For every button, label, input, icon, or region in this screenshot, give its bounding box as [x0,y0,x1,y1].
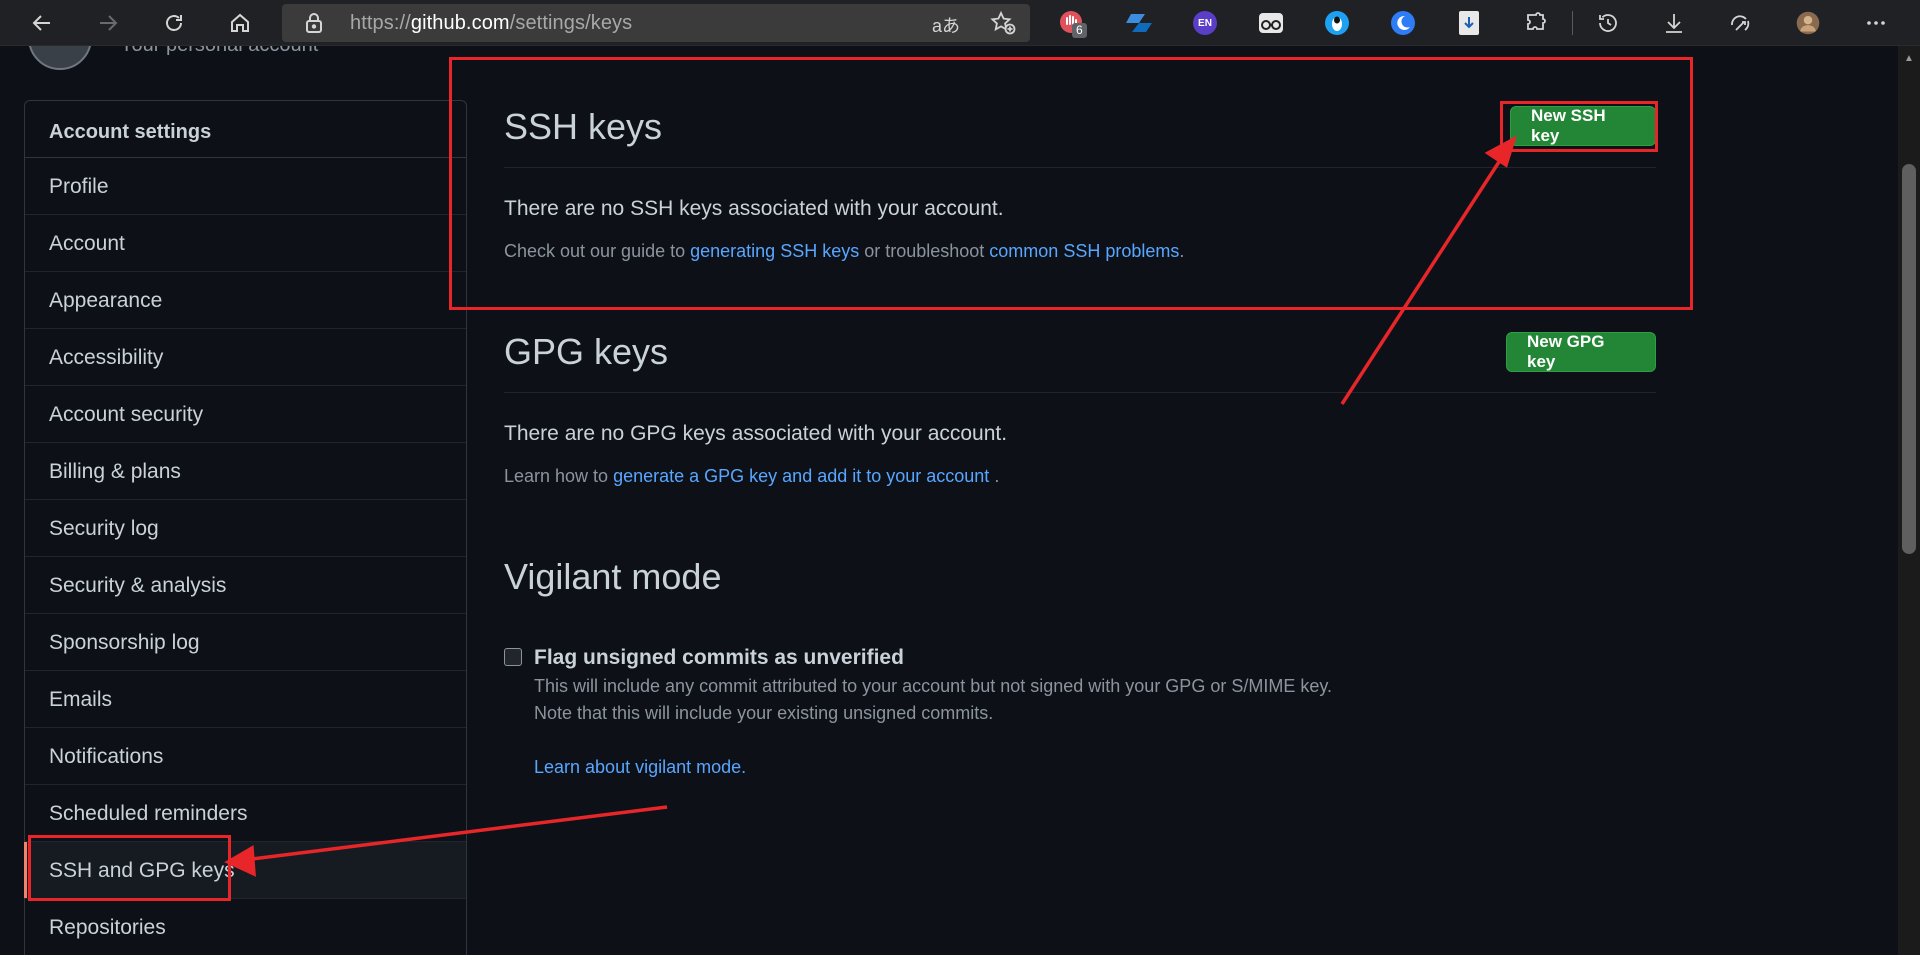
moon-extension-icon[interactable] [1390,10,1416,36]
section-divider [504,392,1656,393]
extension-badge: 6 [1072,23,1087,38]
new-gpg-key-button[interactable]: New GPG key [1506,332,1656,372]
refresh-icon[interactable] [152,5,196,41]
sidebar-item-notifications[interactable]: Notifications [25,728,466,785]
vigilant-note: This will include any commit attributed … [534,676,1333,696]
section-divider [504,617,1656,618]
language-extension-icon[interactable]: EN [1192,10,1218,36]
annotation-box-ssh-section [449,57,1693,310]
toolbar-divider [1572,11,1573,35]
sidebar-item-account-security[interactable]: Account security [25,386,466,443]
profile-avatar[interactable] [1790,6,1826,40]
sidebar-item-profile[interactable]: Profile [25,158,466,215]
account-subtitle: Your personal account [120,46,318,57]
read-aloud-icon[interactable]: aあ [932,12,960,38]
page-scrollbar[interactable]: ▲ [1898,46,1920,955]
vigilant-mode-title: Vigilant mode [504,556,722,597]
sidebar-item-security-analysis[interactable]: Security & analysis [25,557,466,614]
browser-toolbar: https://github.com/settings/keys aあ 6 EN [0,0,1920,46]
sidebar-item-sponsorship-log[interactable]: Sponsorship log [25,614,466,671]
forward-arrow-icon[interactable] [86,5,130,41]
sidebar-item-appearance[interactable]: Appearance [25,272,466,329]
url-text[interactable]: https://github.com/settings/keys [350,12,632,35]
home-icon[interactable] [218,5,262,41]
sidebar-item-security-log[interactable]: Security log [25,500,466,557]
learn-vigilant-mode-link[interactable]: Learn about vigilant mode. [534,757,746,778]
sidebar-item-emails[interactable]: Emails [25,671,466,728]
annotation-box-new-ssh-key [1500,101,1658,152]
gpg-empty-message: There are no GPG keys associated with yo… [504,422,1008,445]
history-icon[interactable] [1590,6,1626,40]
sidebar-item-accessibility[interactable]: Accessibility [25,329,466,386]
sidebar-item-billing[interactable]: Billing & plans [25,443,466,500]
address-bar[interactable]: https://github.com/settings/keys aあ [282,4,1030,42]
performance-icon[interactable] [1722,6,1758,40]
extensions-puzzle-icon[interactable] [1518,6,1554,40]
downloads-icon[interactable] [1656,6,1692,40]
gpg-learn-text: Learn how to generate a GPG key and add … [504,466,1000,486]
penguin-extension-icon[interactable] [1324,10,1350,36]
power-automate-extension-icon[interactable] [1126,10,1152,36]
sidebar-item-scheduled-reminders[interactable]: Scheduled reminders [25,785,466,842]
generate-gpg-key-link[interactable]: generate a GPG key and add it to your ac… [613,466,989,486]
sidebar-item-repositories[interactable]: Repositories [25,899,466,955]
user-avatar[interactable] [28,46,92,70]
sidebar-heading: Account settings [25,101,466,158]
settings-sidebar: Account settings Profile Account Appeara… [24,100,467,955]
back-arrow-icon[interactable] [20,5,64,41]
download-manager-extension-icon[interactable] [1456,10,1482,36]
annotation-box-ssh-gpg-sidebar [28,835,231,901]
flag-unsigned-commits-checkbox[interactable] [504,648,522,666]
add-favorite-icon[interactable] [990,11,1016,35]
adblock-extension-icon[interactable]: 6 [1059,10,1087,38]
more-options-icon[interactable] [1858,6,1894,40]
lock-icon[interactable] [304,12,324,34]
flag-unsigned-commits-label[interactable]: Flag unsigned commits as unverified [534,646,904,670]
vigilant-note: Note that this will include your existin… [534,703,994,723]
sidebar-item-account[interactable]: Account [25,215,466,272]
scrollbar-thumb[interactable] [1902,164,1916,554]
reader-glasses-extension-icon[interactable] [1258,10,1284,36]
gpg-keys-title: GPG keys [504,331,669,372]
scroll-up-icon[interactable]: ▲ [1904,54,1914,64]
